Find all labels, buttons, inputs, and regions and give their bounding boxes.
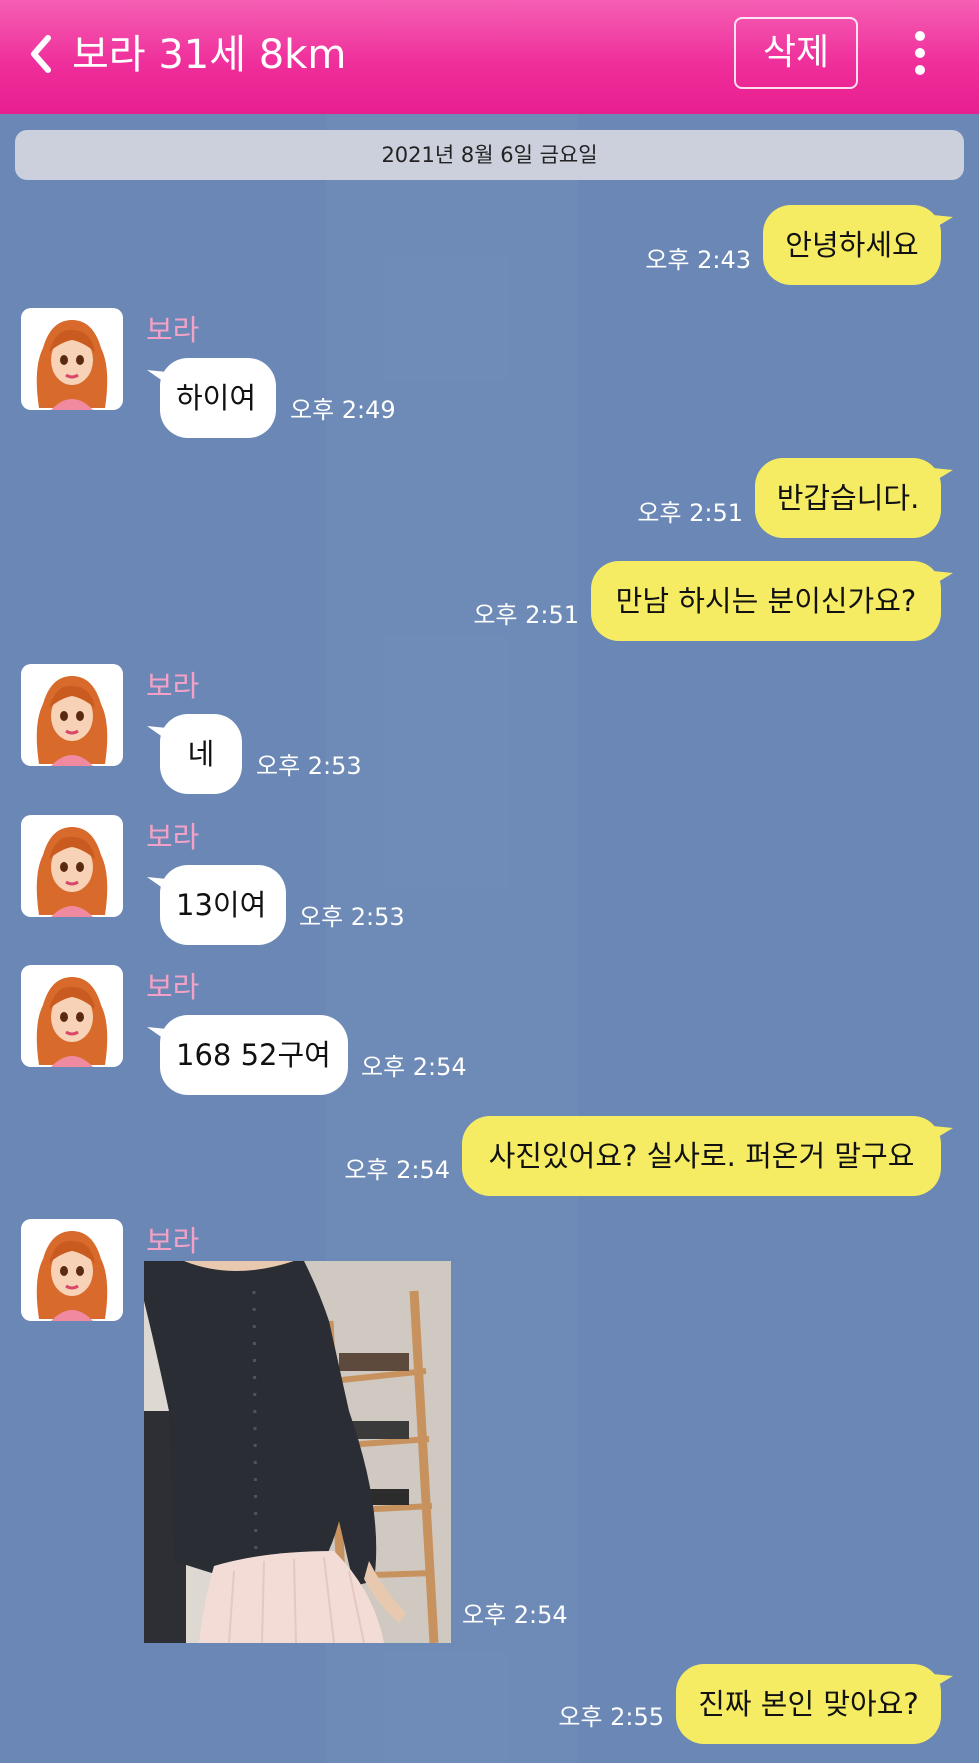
message-time: 오후 2:51 — [637, 499, 743, 527]
more-vertical-icon[interactable] — [906, 28, 934, 78]
avatar[interactable] — [21, 1219, 123, 1321]
chat-title: 보라 31세 8km — [72, 32, 347, 78]
avatar[interactable] — [21, 308, 123, 410]
bubble-tail — [933, 1126, 953, 1140]
message-time: 오후 2:51 — [473, 601, 579, 629]
sender-name: 보라 — [146, 970, 200, 1004]
sender-name: 보라 — [146, 313, 200, 347]
message-time: 오후 2:55 — [558, 1703, 664, 1731]
message-time: 오후 2:54 — [462, 1601, 568, 1629]
their-message-bubble[interactable]: 하이여 — [160, 358, 276, 438]
delete-button[interactable]: 삭제 — [734, 17, 858, 89]
sender-name: 보라 — [146, 820, 200, 854]
sender-name: 보라 — [146, 1224, 200, 1258]
bubble-tail — [933, 1674, 953, 1688]
my-message-bubble[interactable]: 반갑습니다. — [755, 458, 941, 538]
bubble-tail — [933, 571, 953, 585]
their-message-bubble[interactable]: 13이여 — [160, 865, 286, 945]
message-time: 오후 2:43 — [645, 246, 751, 274]
back-chevron-icon[interactable] — [26, 34, 56, 74]
message-time: 오후 2:49 — [290, 396, 396, 424]
message-time: 오후 2:54 — [344, 1156, 450, 1184]
their-message-bubble[interactable]: 168 52구여 — [160, 1015, 348, 1095]
message-time: 오후 2:53 — [256, 752, 362, 780]
bubble-tail — [933, 215, 953, 229]
my-message-bubble[interactable]: 사진있어요? 실사로. 퍼온거 말구요 — [462, 1116, 941, 1196]
date-separator: 2021년 8월 6일 금요일 — [15, 130, 964, 180]
message-time: 오후 2:53 — [299, 903, 405, 931]
avatar[interactable] — [21, 664, 123, 766]
bubble-tail — [933, 468, 953, 482]
my-message-bubble[interactable]: 안녕하세요 — [763, 205, 941, 285]
their-message-bubble[interactable]: 네 — [160, 714, 242, 794]
avatar[interactable] — [21, 815, 123, 917]
avatar[interactable] — [21, 965, 123, 1067]
my-message-bubble[interactable]: 진짜 본인 맞아요? — [676, 1664, 941, 1744]
sender-name: 보라 — [146, 669, 200, 703]
message-time: 오후 2:54 — [361, 1053, 467, 1081]
my-message-bubble[interactable]: 만남 하시는 분이신가요? — [591, 561, 941, 641]
chat-header: 보라 31세 8km 삭제 — [0, 0, 979, 114]
photo-attachment[interactable] — [144, 1261, 451, 1643]
